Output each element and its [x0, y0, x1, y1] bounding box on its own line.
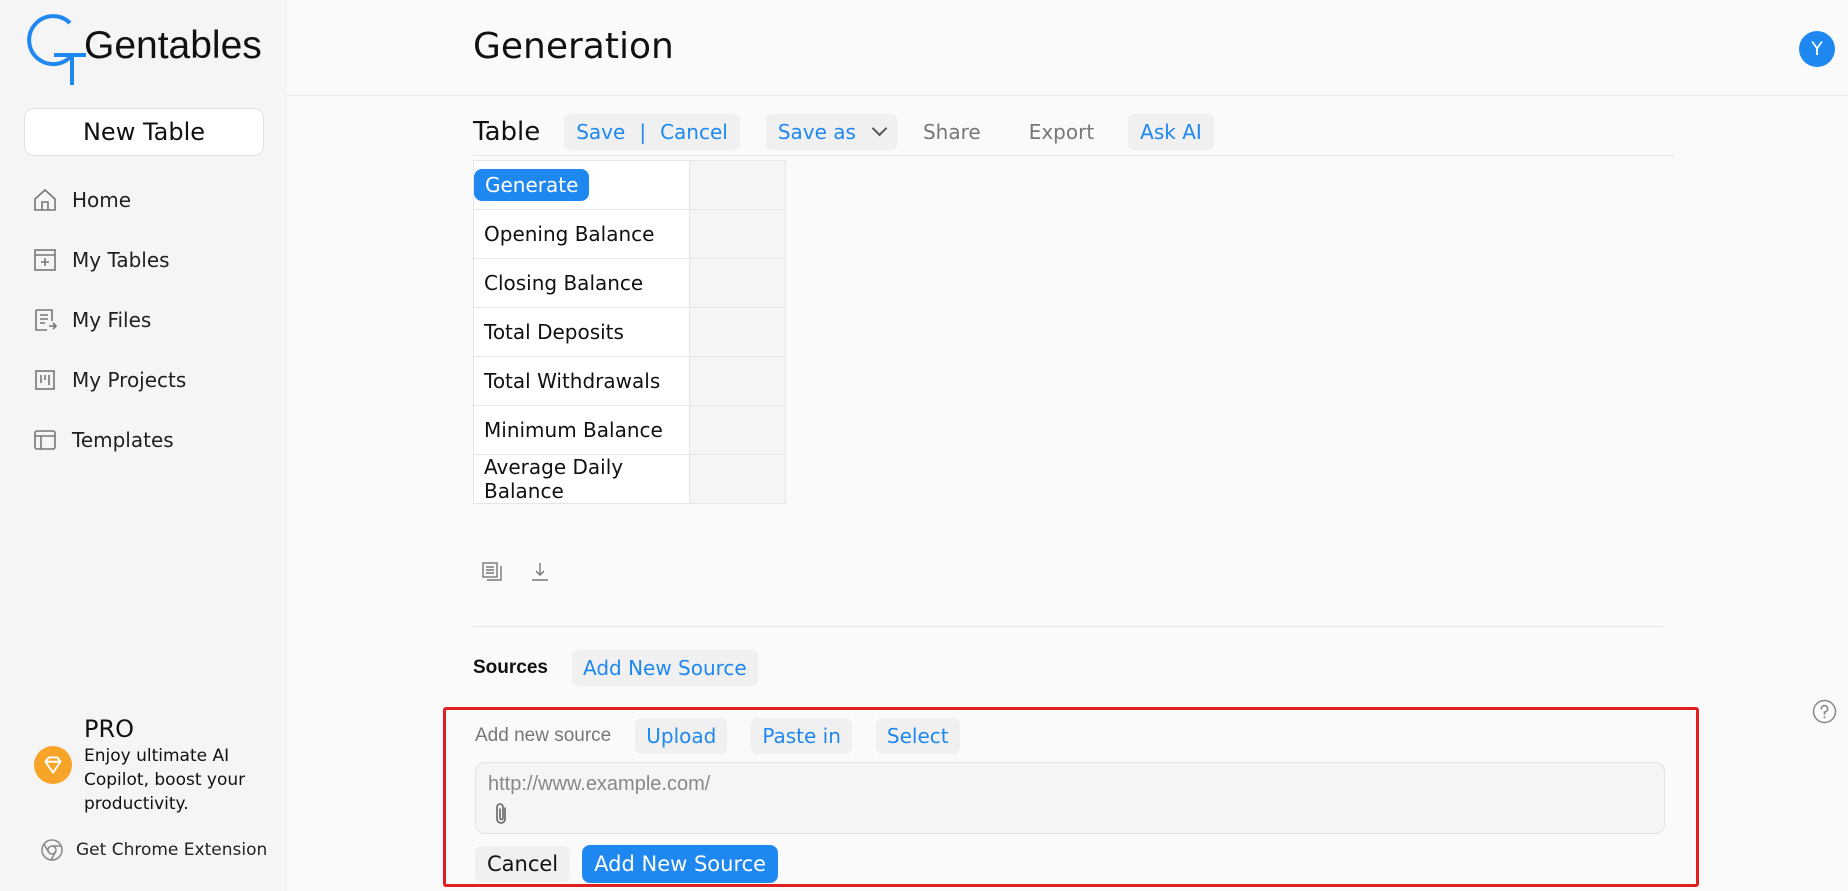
ask-ai-label: Ask AI	[1140, 119, 1202, 144]
pro-title: PRO	[84, 715, 135, 743]
sources-label: Sources	[473, 657, 548, 678]
table-cell[interactable]: Average Daily Balance	[473, 454, 690, 504]
source-type-options: Add new source Upload Paste in Select	[475, 718, 984, 754]
table-actions	[480, 560, 576, 584]
save-as-label: Save as	[777, 119, 856, 144]
chrome-extension-link[interactable]: Get Chrome Extension	[40, 838, 267, 862]
table-row: Opening Balance	[473, 209, 786, 259]
table-add-icon	[34, 249, 56, 271]
table-cell[interactable]	[689, 209, 786, 259]
table-cell[interactable]: Opening Balance	[473, 209, 690, 259]
file-icon	[35, 309, 58, 331]
user-avatar[interactable]: Y	[1799, 31, 1835, 67]
separator: |	[639, 119, 647, 144]
table-cell: Generate	[473, 160, 690, 210]
pro-promo[interactable]: PRO Enjoy ultimate AI Copilot, boost you…	[34, 714, 254, 816]
table-row: Minimum Balance	[473, 405, 786, 455]
ask-ai-button[interactable]: Ask AI	[1128, 113, 1214, 150]
share-button[interactable]: Share	[923, 120, 981, 144]
home-icon	[34, 188, 56, 211]
source-url-input[interactable]	[488, 773, 1588, 796]
chrome-extension-label: Get Chrome Extension	[76, 840, 268, 860]
table-row: Closing Balance	[473, 258, 786, 308]
sidebar-item-label: My Projects	[72, 368, 187, 392]
sidebar: Gentables New Table Home My Tables My Fi…	[0, 0, 287, 891]
table-cell[interactable]	[689, 307, 786, 357]
table-cell[interactable]: Closing Balance	[473, 258, 690, 308]
download-icon[interactable]	[528, 560, 552, 584]
table-row: Average Daily Balance	[473, 454, 786, 504]
sidebar-item-my-files[interactable]: My Files	[32, 290, 186, 350]
template-icon	[34, 430, 56, 450]
table-cell[interactable]	[689, 356, 786, 406]
cancel-button[interactable]: Cancel	[660, 120, 728, 144]
sidebar-item-label: My Files	[72, 308, 152, 332]
chrome-icon	[41, 839, 63, 861]
table-toolbar: Table Save | Cancel Save as Share Export…	[473, 108, 1675, 156]
panel-actions: Cancel Add New Source	[475, 845, 779, 883]
table-cell[interactable]	[689, 405, 786, 455]
generate-button[interactable]: Generate	[474, 169, 590, 201]
save-as-dropdown[interactable]: Save as	[765, 113, 897, 150]
sidebar-item-my-projects[interactable]: My Projects	[32, 350, 186, 410]
select-button[interactable]: Select	[875, 718, 960, 754]
sidebar-item-my-tables[interactable]: My Tables	[32, 230, 186, 290]
new-table-button[interactable]: New Table	[24, 108, 264, 156]
chevron-down-icon	[871, 120, 888, 137]
sidebar-item-templates[interactable]: Templates	[32, 410, 186, 470]
project-icon	[35, 370, 55, 390]
table-cell[interactable]: Total Deposits	[473, 307, 690, 357]
app-logo[interactable]: Gentables	[22, 11, 262, 85]
data-table: Generate Opening Balance Closing Balance…	[473, 160, 786, 504]
table-row: Generate	[473, 160, 786, 210]
sidebar-item-label: My Tables	[72, 248, 170, 272]
top-header: Generation Y	[287, 0, 1848, 96]
table-cell[interactable]: Total Withdrawals	[473, 356, 690, 406]
table-cell[interactable]	[689, 454, 786, 504]
export-button[interactable]: Export	[1029, 120, 1094, 144]
save-cancel-group: Save | Cancel	[564, 113, 740, 150]
sidebar-item-home[interactable]: Home	[32, 170, 186, 230]
gentables-logo-icon	[27, 14, 86, 85]
help-icon[interactable]	[1812, 699, 1837, 724]
sidebar-item-label: Home	[72, 188, 132, 212]
paperclip-icon[interactable]	[490, 801, 512, 827]
app-name: Gentables	[84, 24, 262, 67]
table-cell[interactable]	[689, 160, 786, 210]
table-label: Table	[473, 116, 541, 147]
table-cell[interactable]	[689, 258, 786, 308]
page-title: Generation	[473, 26, 674, 67]
sources-header: Sources Add New Source	[473, 650, 758, 686]
sidebar-item-label: Templates	[72, 428, 174, 452]
table-row: Total Deposits	[473, 307, 786, 357]
sidebar-nav: Home My Tables My Files My Projects Temp…	[32, 170, 186, 470]
table-cell[interactable]: Minimum Balance	[473, 405, 690, 455]
submit-source-button[interactable]: Add New Source	[582, 845, 779, 883]
source-url-box	[475, 762, 1665, 834]
table-row: Total Withdrawals	[473, 356, 786, 406]
upload-button[interactable]: Upload	[635, 718, 728, 754]
diamond-icon	[34, 746, 72, 784]
add-source-panel: Add new source Upload Paste in Select Ca…	[443, 707, 1699, 887]
paste-in-button[interactable]: Paste in	[751, 718, 852, 754]
pro-description: Enjoy ultimate AI Copilot, boost your pr…	[84, 746, 246, 814]
divider	[473, 626, 1663, 627]
add-new-source-label: Add new source	[475, 725, 612, 746]
save-button[interactable]: Save	[576, 120, 625, 144]
add-new-source-button[interactable]: Add New Source	[571, 650, 758, 686]
cancel-source-button[interactable]: Cancel	[475, 846, 571, 882]
copy-icon[interactable]	[480, 560, 504, 584]
